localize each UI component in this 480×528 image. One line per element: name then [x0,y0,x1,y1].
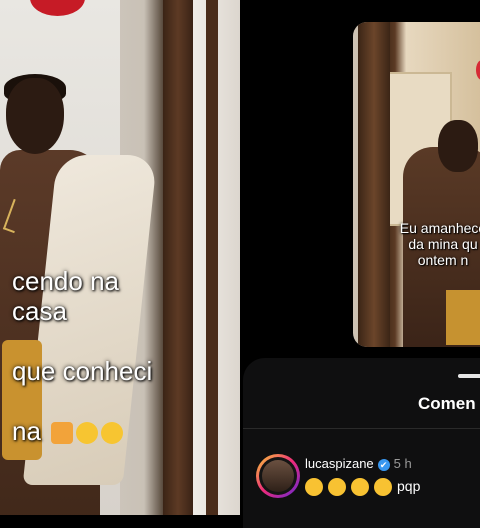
head [438,120,478,172]
comments-sheet: Comen lucaspizane ✔ 5 h pqp [243,358,480,528]
video-caption-line-1: Eu amanheco [399,220,480,236]
caption-line-2: que conheci [12,356,153,386]
verified-badge-icon: ✔ [377,458,390,471]
caption-line-1: cendo na casa [12,266,119,326]
door-frame [163,0,193,515]
comment-username[interactable]: lucaspizane [305,456,374,471]
video-preview[interactable]: Eu amanheco da mina qu ontem n [353,22,480,347]
laughing-emoji-icon [374,478,392,497]
comments-title: Comen [418,394,476,413]
caption-line-3: na [0,416,160,446]
comment-header: lucaspizane ✔ 5 h [305,456,412,471]
left-photo-panel: cendo na casa que conheci na [0,0,240,515]
laughing-emoji-icon [305,478,323,497]
divider [243,428,480,429]
laughing-emoji-icon [328,478,346,497]
rofl-emoji-icon [101,422,124,445]
drag-handle[interactable] [458,374,480,378]
door-frame [358,22,390,347]
video-caption-line-3: ontem n [417,252,469,268]
video-caption-line-2: da mina qu [408,236,478,252]
head [6,78,64,154]
sweat-smile-emoji-icon [76,422,99,445]
photo-caption: cendo na casa que conheci na [0,236,160,476]
shorts [446,290,480,345]
avatar-photo [262,460,294,492]
comment-time: 5 h [393,456,412,471]
comment-text: pqp [397,478,421,494]
video-caption: Eu amanheco da mina qu ontem n [388,220,480,268]
caption-line-3-text: na [12,416,41,446]
party-popper-emoji-icon [51,422,74,445]
comment-text-row: pqp [305,478,421,497]
door-edge [206,0,218,515]
laughing-emoji-icon [351,478,369,497]
